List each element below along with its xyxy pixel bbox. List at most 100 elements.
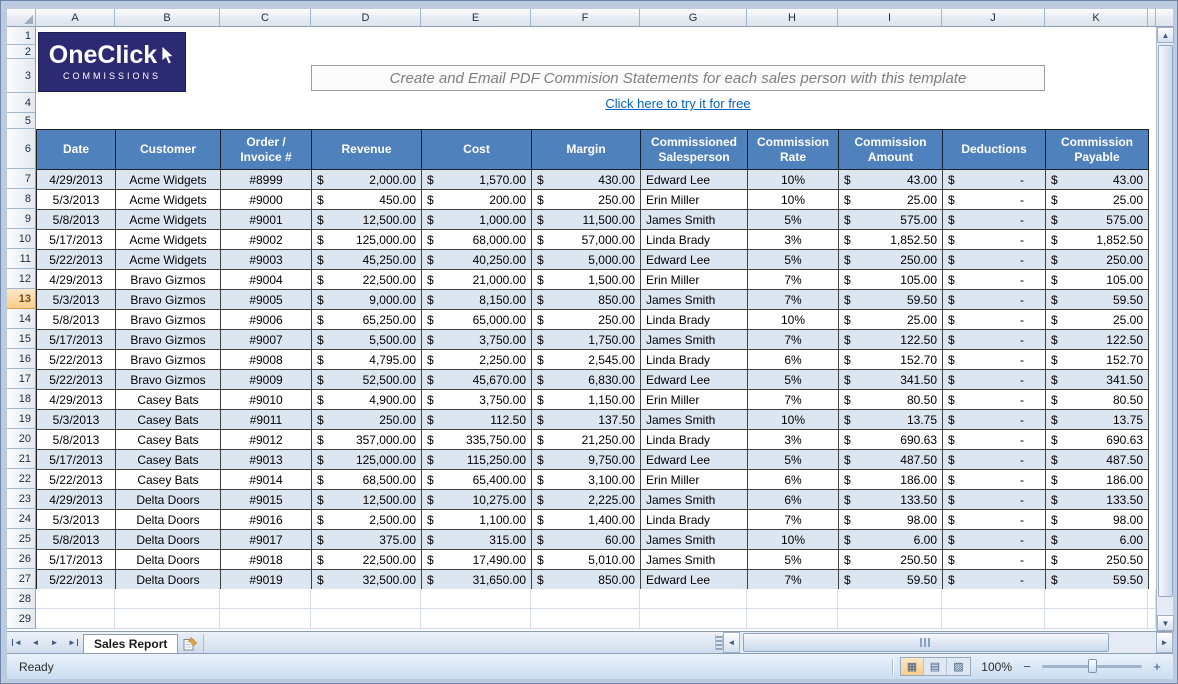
- normal-view-button[interactable]: ▦: [901, 658, 924, 675]
- cell-invoice[interactable]: #9011: [221, 410, 312, 430]
- cell-amount[interactable]: $25.00: [839, 190, 943, 210]
- cell-customer[interactable]: Delta Doors: [116, 510, 221, 530]
- cell-cost[interactable]: $3,750.00: [422, 390, 532, 410]
- row-header-1[interactable]: 1: [7, 27, 36, 45]
- cell-amount[interactable]: $186.00: [839, 470, 943, 490]
- cell-invoice[interactable]: #9019: [221, 570, 312, 590]
- cell-revenue[interactable]: $2,000.00: [312, 170, 422, 190]
- cell-payable[interactable]: $43.00: [1046, 170, 1149, 190]
- table-header-rate[interactable]: Commission Rate: [748, 130, 839, 170]
- row-header-9[interactable]: 9: [7, 209, 36, 229]
- row-header-15[interactable]: 15: [7, 329, 36, 349]
- cell-payable[interactable]: $59.50: [1046, 290, 1149, 310]
- cell-invoice[interactable]: #9008: [221, 350, 312, 370]
- cell-amount[interactable]: $250.50: [839, 550, 943, 570]
- last-sheet-button[interactable]: ►: [64, 632, 83, 653]
- cell-cost[interactable]: $45,670.00: [422, 370, 532, 390]
- cell-date[interactable]: 5/22/2013: [37, 250, 116, 270]
- table-header-payable[interactable]: Commission Payable: [1046, 130, 1149, 170]
- cell-margin[interactable]: $1,400.00: [532, 510, 641, 530]
- cell-salesperson[interactable]: James Smith: [641, 410, 748, 430]
- cell-margin[interactable]: $2,225.00: [532, 490, 641, 510]
- zoom-out-button[interactable]: −: [1019, 659, 1035, 675]
- table-header-date[interactable]: Date: [37, 130, 116, 170]
- cell-salesperson[interactable]: Linda Brady: [641, 350, 748, 370]
- cell-margin[interactable]: $57,000.00: [532, 230, 641, 250]
- table-header-revenue[interactable]: Revenue: [312, 130, 422, 170]
- cell-revenue[interactable]: $68,500.00: [312, 470, 422, 490]
- cell-customer[interactable]: Delta Doors: [116, 530, 221, 550]
- row-header-8[interactable]: 8: [7, 189, 36, 209]
- cell-salesperson[interactable]: Edward Lee: [641, 450, 748, 470]
- empty-cell[interactable]: [220, 609, 311, 629]
- cell-amount[interactable]: $122.50: [839, 330, 943, 350]
- empty-cell[interactable]: [531, 609, 640, 629]
- cell-customer[interactable]: Acme Widgets: [116, 170, 221, 190]
- cell-invoice[interactable]: #9000: [221, 190, 312, 210]
- cell-cost[interactable]: $115,250.00: [422, 450, 532, 470]
- cell-payable[interactable]: $98.00: [1046, 510, 1149, 530]
- empty-cell[interactable]: [421, 589, 531, 609]
- cell-customer[interactable]: Delta Doors: [116, 490, 221, 510]
- table-header-invoice[interactable]: Order / Invoice #: [221, 130, 312, 170]
- cell-margin[interactable]: $2,545.00: [532, 350, 641, 370]
- empty-cell[interactable]: [36, 589, 115, 609]
- cell-payable[interactable]: $59.50: [1046, 570, 1149, 590]
- cell-customer[interactable]: Acme Widgets: [116, 230, 221, 250]
- cell-margin[interactable]: $137.50: [532, 410, 641, 430]
- cell-customer[interactable]: Casey Bats: [116, 450, 221, 470]
- cell-invoice[interactable]: #9004: [221, 270, 312, 290]
- row-header-24[interactable]: 24: [7, 509, 36, 529]
- row-header-21[interactable]: 21: [7, 449, 36, 469]
- cell-payable[interactable]: $575.00: [1046, 210, 1149, 230]
- cell-customer[interactable]: Bravo Gizmos: [116, 370, 221, 390]
- cell-salesperson[interactable]: Edward Lee: [641, 250, 748, 270]
- cell-invoice[interactable]: #9009: [221, 370, 312, 390]
- cell-salesperson[interactable]: Erin Miller: [641, 190, 748, 210]
- empty-cell[interactable]: [531, 589, 640, 609]
- column-header-G[interactable]: G: [640, 9, 747, 27]
- cell-deductions[interactable]: $-: [943, 210, 1046, 230]
- cell-amount[interactable]: $25.00: [839, 310, 943, 330]
- cell-rate[interactable]: 6%: [748, 490, 839, 510]
- cell-deductions[interactable]: $-: [943, 470, 1046, 490]
- row-header-3[interactable]: 3: [7, 59, 36, 93]
- cell-amount[interactable]: $13.75: [839, 410, 943, 430]
- empty-cell[interactable]: [838, 589, 942, 609]
- cell-margin[interactable]: $850.00: [532, 290, 641, 310]
- cell-date[interactable]: 5/3/2013: [37, 190, 116, 210]
- sheet-tab-sales-report[interactable]: Sales Report: [83, 634, 178, 653]
- column-header-B[interactable]: B: [115, 9, 220, 27]
- cell-cost[interactable]: $3,750.00: [422, 330, 532, 350]
- cell-amount[interactable]: $105.00: [839, 270, 943, 290]
- cell-rate[interactable]: 5%: [748, 250, 839, 270]
- zoom-in-button[interactable]: +: [1149, 659, 1165, 675]
- table-header-deductions[interactable]: Deductions: [943, 130, 1046, 170]
- cell-cost[interactable]: $315.00: [422, 530, 532, 550]
- cell-amount[interactable]: $59.50: [839, 570, 943, 590]
- row-header-26[interactable]: 26: [7, 549, 36, 569]
- column-header-J[interactable]: J: [942, 9, 1045, 27]
- cell-invoice[interactable]: #9016: [221, 510, 312, 530]
- cell-margin[interactable]: $60.00: [532, 530, 641, 550]
- cell-revenue[interactable]: $65,250.00: [312, 310, 422, 330]
- cell-payable[interactable]: $80.50: [1046, 390, 1149, 410]
- column-header-E[interactable]: E: [421, 9, 531, 27]
- column-header-C[interactable]: C: [220, 9, 311, 27]
- cell-amount[interactable]: $487.50: [839, 450, 943, 470]
- cell-rate[interactable]: 6%: [748, 470, 839, 490]
- row-header-16[interactable]: 16: [7, 349, 36, 369]
- cell-date[interactable]: 5/22/2013: [37, 350, 116, 370]
- cell-date[interactable]: 5/8/2013: [37, 210, 116, 230]
- cell-amount[interactable]: $6.00: [839, 530, 943, 550]
- cell-payable[interactable]: $341.50: [1046, 370, 1149, 390]
- cells-area[interactable]: OneClick COMMISSIONS Create and Email PD…: [36, 27, 1156, 629]
- cell-payable[interactable]: $25.00: [1046, 190, 1149, 210]
- table-header-cost[interactable]: Cost: [422, 130, 532, 170]
- cell-customer[interactable]: Casey Bats: [116, 390, 221, 410]
- cell-invoice[interactable]: #9003: [221, 250, 312, 270]
- row-header-23[interactable]: 23: [7, 489, 36, 509]
- column-header-K[interactable]: K: [1045, 9, 1148, 27]
- cell-date[interactable]: 5/3/2013: [37, 510, 116, 530]
- cell-customer[interactable]: Bravo Gizmos: [116, 290, 221, 310]
